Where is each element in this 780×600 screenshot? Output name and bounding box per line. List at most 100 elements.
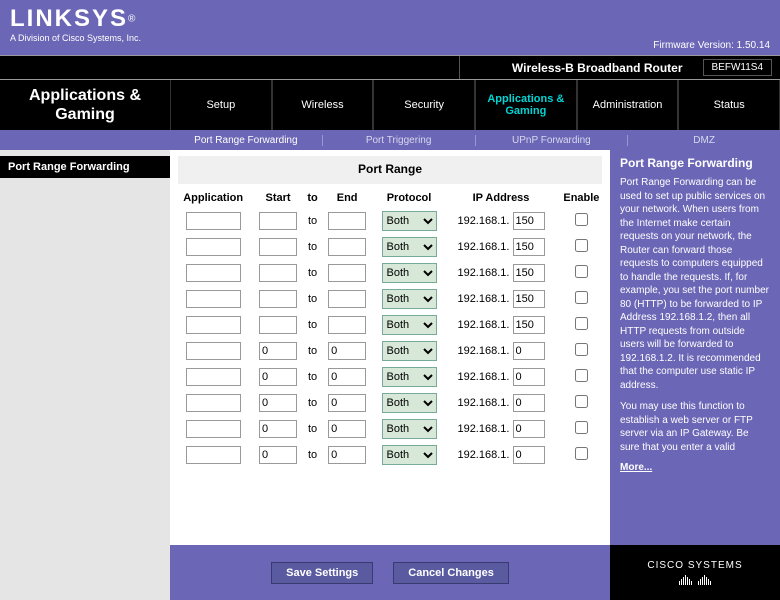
protocol-select[interactable]: BothTCPUDP [382,289,437,309]
end-port-input[interactable] [328,316,366,334]
tab-security[interactable]: Security [373,80,475,130]
protocol-select[interactable]: BothTCPUDP [382,237,437,257]
application-input[interactable] [186,368,241,386]
table-row: toBothTCPUDP192.168.1. [174,208,606,234]
table-row: toBothTCPUDP192.168.1. [174,364,606,390]
enable-checkbox[interactable] [575,213,588,226]
start-port-input[interactable] [259,290,297,308]
start-port-input[interactable] [259,342,297,360]
end-port-input[interactable] [328,264,366,282]
application-input[interactable] [186,290,241,308]
to-label: to [308,215,317,227]
subtab-upnp-forwarding[interactable]: UPnP Forwarding [476,135,629,146]
tab-administration[interactable]: Administration [577,80,679,130]
start-port-input[interactable] [259,368,297,386]
to-label: to [308,371,317,383]
enable-checkbox[interactable] [575,447,588,460]
protocol-select[interactable]: BothTCPUDP [382,341,437,361]
ip-last-octet-input[interactable] [513,316,545,334]
end-port-input[interactable] [328,342,366,360]
start-port-input[interactable] [259,420,297,438]
cancel-changes-button[interactable]: Cancel Changes [393,562,509,584]
subtab-port-triggering[interactable]: Port Triggering [323,135,476,146]
ip-last-octet-input[interactable] [513,446,545,464]
enable-checkbox[interactable] [575,421,588,434]
protocol-select[interactable]: BothTCPUDP [382,419,437,439]
help-more-link[interactable]: More... [620,462,652,473]
enable-checkbox[interactable] [575,369,588,382]
model-number: BEFW11S4 [703,59,773,76]
application-input[interactable] [186,342,241,360]
firmware-version: Firmware Version: 1.50.14 [653,40,770,55]
protocol-select[interactable]: BothTCPUDP [382,393,437,413]
sub-nav: Port Range ForwardingPort TriggeringUPnP… [0,130,780,150]
application-input[interactable] [186,420,241,438]
tab-wireless[interactable]: Wireless [272,80,374,130]
application-input[interactable] [186,316,241,334]
title-row: Wireless-B Broadband Router BEFW11S4 [0,55,780,80]
cisco-logo: CISCO SYSTEMS [610,545,780,600]
ip-last-octet-input[interactable] [513,290,545,308]
tab-applications-gaming[interactable]: Applications & Gaming [475,80,577,130]
help-text-1: Port Range Forwarding can be used to set… [620,176,770,392]
start-port-input[interactable] [259,212,297,230]
end-port-input[interactable] [328,368,366,386]
start-port-input[interactable] [259,238,297,256]
logo: LINKSYS® A Division of Cisco Systems, In… [10,5,141,43]
application-input[interactable] [186,394,241,412]
sidebar-section-title: Port Range Forwarding [0,156,170,178]
port-forward-table: Application Start to End Protocol IP Add… [174,188,606,468]
start-port-input[interactable] [259,394,297,412]
table-title: Port Range [178,156,602,184]
table-row: to BothTCPUDP 192.168.1. [174,416,606,442]
protocol-select[interactable]: BothTCPUDP [382,315,437,335]
col-application: Application [174,188,252,208]
tab-status[interactable]: Status [678,80,780,130]
enable-checkbox[interactable] [575,343,588,356]
subtab-port-range-forwarding[interactable]: Port Range Forwarding [170,135,323,146]
ip-last-octet-input[interactable] [513,394,545,412]
end-port-input[interactable] [328,420,366,438]
end-port-input[interactable] [328,290,366,308]
end-port-input[interactable] [328,446,366,464]
start-port-input[interactable] [259,316,297,334]
enable-checkbox[interactable] [575,265,588,278]
table-row: toBothTCPUDP192.168.1. [174,234,606,260]
logo-text: LINKSYS [10,5,128,32]
ip-last-octet-input[interactable] [513,420,545,438]
save-settings-button[interactable]: Save Settings [271,562,373,584]
tab-setup[interactable]: Setup [170,80,272,130]
ip-prefix: 192.168.1. [457,293,509,305]
protocol-select[interactable]: BothTCPUDP [382,211,437,231]
to-label: to [308,293,317,305]
end-port-input[interactable] [328,238,366,256]
ip-last-octet-input[interactable] [513,342,545,360]
to-label: to [308,423,317,435]
application-input[interactable] [186,264,241,282]
help-text-2: You may use this function to establish a… [620,400,770,454]
ip-last-octet-input[interactable] [513,368,545,386]
col-protocol: Protocol [373,188,445,208]
protocol-select[interactable]: BothTCPUDP [382,263,437,283]
ip-prefix: 192.168.1. [457,423,509,435]
enable-checkbox[interactable] [575,395,588,408]
ip-last-octet-input[interactable] [513,264,545,282]
table-row: toBothTCPUDP192.168.1. [174,390,606,416]
application-input[interactable] [186,212,241,230]
protocol-select[interactable]: BothTCPUDP [382,367,437,387]
subtab-dmz[interactable]: DMZ [628,135,780,146]
application-input[interactable] [186,446,241,464]
product-name: Wireless-B Broadband Router [512,61,683,75]
application-input[interactable] [186,238,241,256]
start-port-input[interactable] [259,446,297,464]
protocol-select[interactable]: BothTCPUDP [382,445,437,465]
enable-checkbox[interactable] [575,239,588,252]
enable-checkbox[interactable] [575,291,588,304]
enable-checkbox[interactable] [575,317,588,330]
end-port-input[interactable] [328,394,366,412]
end-port-input[interactable] [328,212,366,230]
start-port-input[interactable] [259,264,297,282]
ip-last-octet-input[interactable] [513,212,545,230]
ip-last-octet-input[interactable] [513,238,545,256]
ip-prefix: 192.168.1. [457,345,509,357]
